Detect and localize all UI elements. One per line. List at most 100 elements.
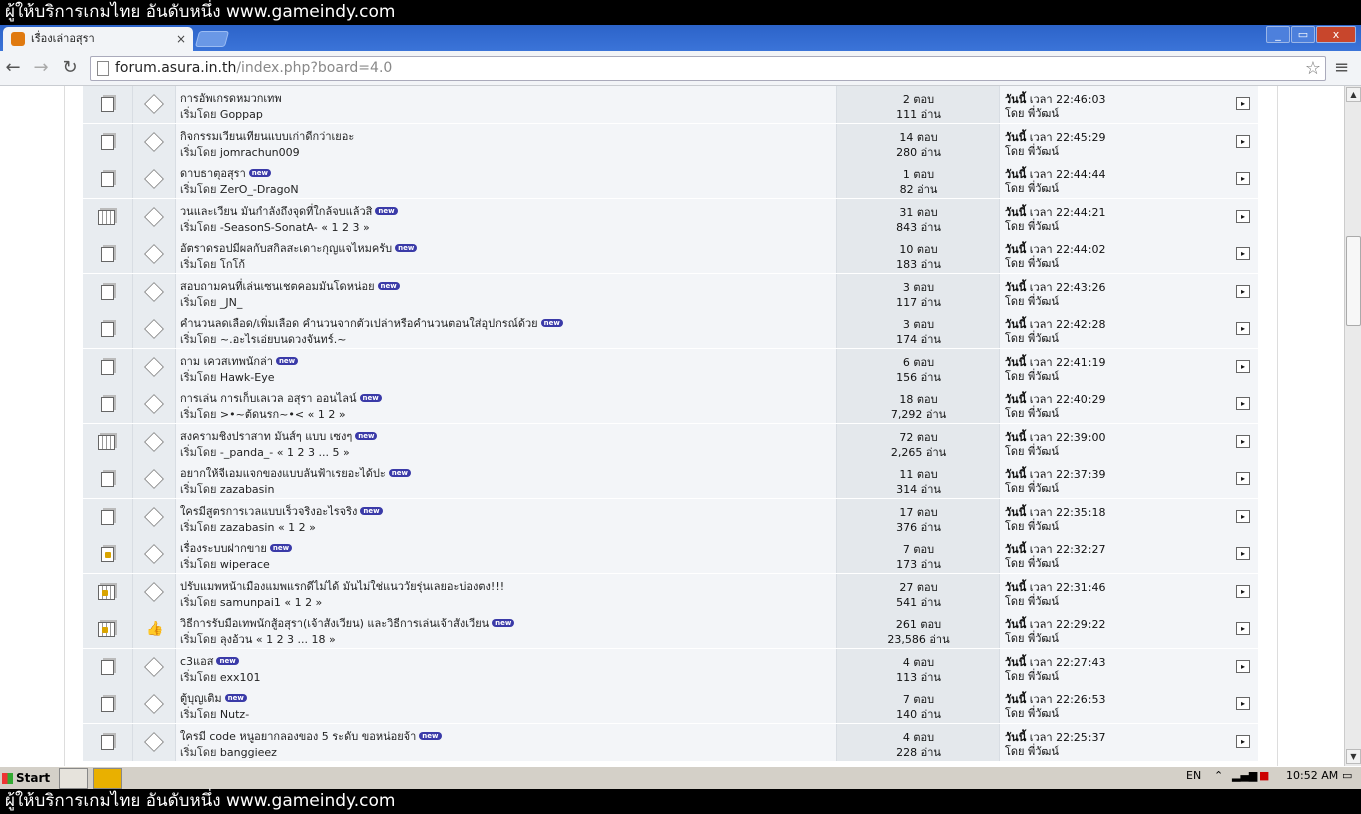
starter-link[interactable]: samunpai1	[220, 596, 281, 609]
reload-icon[interactable]: ↻	[59, 57, 81, 78]
page-links[interactable]: « 1 2 3 ... 18 »	[256, 633, 336, 646]
topic-link[interactable]: การเล่น การเก็บเลเวล อสุรา ออนไลน์	[180, 392, 357, 405]
starter-link[interactable]: ~.อะไรเอ่ยบนดวงจันทร์.~	[220, 333, 347, 346]
last-poster-link[interactable]: พี่วัฒน์	[1028, 370, 1059, 383]
new-badge[interactable]: new	[388, 469, 411, 477]
topic-link[interactable]: อยากให้จีเอมแจกของแบบลันฟ้าเรยอะได้ปะ	[180, 467, 386, 480]
starter-link[interactable]: -_panda_-	[220, 446, 273, 459]
last-post-icon[interactable]: ▸	[1236, 322, 1250, 335]
last-post-icon[interactable]: ▸	[1236, 547, 1250, 560]
last-poster-link[interactable]: พี่วัฒน์	[1028, 745, 1059, 758]
last-post-icon[interactable]: ▸	[1236, 247, 1250, 260]
starter-link[interactable]: _JN_	[220, 296, 242, 309]
topic-link[interactable]: วนและเวียน มันกำลังถึงจุดที่ใกล้จบแล้วสิ	[180, 205, 372, 218]
starter-link[interactable]: ลุงอ้วน	[220, 633, 252, 646]
tab-asura-forum[interactable]: เรื่องเล่าอสุรา ×	[3, 27, 193, 51]
last-poster-link[interactable]: พี่วัฒน์	[1028, 295, 1059, 308]
topic-link[interactable]: c3แอส	[180, 655, 213, 668]
last-poster-link[interactable]: พี่วัฒน์	[1028, 107, 1059, 120]
new-badge[interactable]: new	[216, 656, 239, 665]
starter-link[interactable]: Nutz-	[220, 708, 249, 721]
last-poster-link[interactable]: พี่วัฒน์	[1028, 670, 1059, 683]
last-post-icon[interactable]: ▸	[1236, 397, 1250, 410]
chrome-taskbar-icon[interactable]	[59, 768, 88, 789]
page-links[interactable]: « 1 2 3 ... 5 »	[277, 446, 350, 459]
topic-link[interactable]: ตู้บุญเติม	[180, 692, 222, 705]
new-badge[interactable]: new	[359, 394, 382, 402]
topic-link[interactable]: ใครมี code หนูอยากลองของ 5 ระดับ ขอหน่อย…	[180, 730, 416, 743]
back-arrow-icon[interactable]: ←	[2, 57, 24, 78]
minimize-button[interactable]: _	[1266, 26, 1290, 43]
starter-link[interactable]: ZerO_-DragoN	[220, 183, 299, 196]
last-poster-link[interactable]: พี่วัฒน์	[1028, 332, 1059, 345]
starter-link[interactable]: -SeasonS-SonatA-	[220, 221, 318, 234]
new-badge[interactable]: new	[360, 506, 383, 515]
page-links[interactable]: « 1 2 »	[308, 408, 346, 421]
last-post-icon[interactable]: ▸	[1236, 584, 1250, 598]
starter-link[interactable]: zazabasin	[220, 521, 275, 534]
new-badge[interactable]: new	[540, 319, 563, 327]
last-post-icon[interactable]: ▸	[1236, 434, 1250, 448]
scroll-thumb[interactable]	[1346, 236, 1361, 326]
menu-icon[interactable]: ≡	[1334, 57, 1349, 78]
last-poster-link[interactable]: พี่วัฒน์	[1028, 707, 1059, 720]
last-poster-link[interactable]: พี่วัฒน์	[1028, 220, 1059, 233]
maximize-button[interactable]: ▭	[1291, 26, 1315, 43]
tab-close-icon[interactable]: ×	[176, 27, 186, 51]
clock[interactable]: 10:52 AM	[1286, 769, 1338, 782]
new-badge[interactable]: new	[375, 206, 398, 215]
last-poster-link[interactable]: พี่วัฒน์	[1028, 520, 1059, 533]
last-post-icon[interactable]: ▸	[1236, 734, 1250, 748]
last-post-icon[interactable]: ▸	[1236, 97, 1250, 110]
address-bar[interactable]: forum.asura.in.th/index.php?board=4.0 ☆	[90, 56, 1326, 81]
tray-app-icon[interactable]: ■	[1259, 769, 1269, 782]
topic-link[interactable]: ปรับแมพหน้าเมืองแมพแรกดีไม่ได้ มันไม่ใช่…	[180, 580, 504, 593]
new-badge[interactable]: new	[395, 244, 418, 252]
topic-link[interactable]: เรื่องระบบฝากขาย	[180, 542, 267, 555]
last-poster-link[interactable]: พี่วัฒน์	[1028, 145, 1059, 158]
topic-link[interactable]: วิธีการรับมือเทพนักสู้อสุรา(เจ้าสังเวียน…	[180, 617, 489, 630]
last-poster-link[interactable]: พี่วัฒน์	[1028, 482, 1059, 495]
last-poster-link[interactable]: พี่วัฒน์	[1028, 407, 1059, 420]
starter-link[interactable]: jomrachun009	[220, 146, 300, 159]
topic-link[interactable]: สงครามชิงปราสาท มันส์ๆ แบบ เซงๆ	[180, 430, 352, 443]
last-post-icon[interactable]: ▸	[1236, 284, 1250, 298]
topic-link[interactable]: ใครมีสูตรการเวลแบบเร็วจริงอะไรจริง	[180, 505, 357, 518]
starter-link[interactable]: โกโก้	[220, 258, 245, 271]
scroll-up-icon[interactable]: ▲	[1346, 87, 1361, 102]
page-links[interactable]: « 1 2 3 »	[321, 221, 369, 234]
new-badge[interactable]: new	[275, 356, 299, 365]
page-links[interactable]: « 1 2 »	[278, 521, 316, 534]
close-window-button[interactable]: x	[1316, 26, 1356, 43]
starter-link[interactable]: wiperace	[220, 558, 270, 571]
new-badge[interactable]: new	[355, 431, 378, 440]
last-post-icon[interactable]: ▸	[1236, 359, 1250, 373]
new-badge[interactable]: new	[269, 544, 293, 552]
language-indicator[interactable]: EN	[1186, 769, 1201, 782]
starter-link[interactable]: exx101	[220, 671, 261, 684]
vertical-scrollbar[interactable]: ▲ ▼	[1344, 86, 1361, 766]
starter-link[interactable]: Hawk-Eye	[220, 371, 275, 384]
last-poster-link[interactable]: พี่วัฒน์	[1028, 632, 1059, 645]
last-poster-link[interactable]: พี่วัฒน์	[1028, 182, 1059, 195]
new-badge[interactable]: new	[377, 281, 400, 290]
last-poster-link[interactable]: พี่วัฒน์	[1028, 257, 1059, 270]
last-post-icon[interactable]: ▸	[1236, 622, 1250, 635]
topic-link[interactable]: กิจกรรมเวียนเทียนแบบเก่าดีกว่าเยอะ	[180, 130, 354, 143]
starter-link[interactable]: Goppap	[220, 108, 263, 121]
last-post-icon[interactable]: ▸	[1236, 697, 1250, 710]
new-badge[interactable]: new	[248, 169, 271, 177]
start-button[interactable]: Start	[0, 768, 50, 789]
forward-arrow-icon[interactable]: →	[30, 57, 52, 78]
starter-link[interactable]: banggieez	[220, 746, 277, 759]
scroll-down-icon[interactable]: ▼	[1346, 749, 1361, 764]
last-post-icon[interactable]: ▸	[1236, 509, 1250, 523]
bookmark-star-icon[interactable]: ☆	[1305, 57, 1321, 80]
signal-icon[interactable]: ▂▄▆	[1232, 769, 1257, 782]
new-badge[interactable]: new	[492, 619, 515, 627]
new-badge[interactable]: new	[224, 694, 247, 702]
last-post-icon[interactable]: ▸	[1236, 134, 1250, 148]
last-poster-link[interactable]: พี่วัฒน์	[1028, 595, 1059, 608]
topic-link[interactable]: การอัพเกรดหมวกเทพ	[180, 92, 282, 105]
last-post-icon[interactable]: ▸	[1236, 172, 1250, 185]
